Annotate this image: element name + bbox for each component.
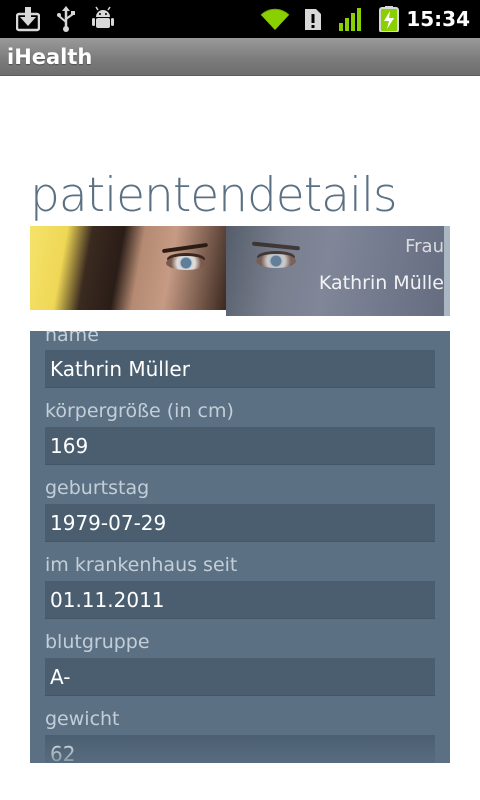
field-admission-date[interactable]: 01.11.2011 [45, 581, 435, 619]
status-bar: 15:34 [0, 0, 480, 38]
photo-brow [161, 242, 209, 254]
app-title: iHealth [7, 45, 93, 69]
field-blood-type[interactable]: A- [45, 658, 435, 696]
field-value: 01.11.2011 [50, 588, 165, 612]
field-value: 62 [50, 742, 76, 763]
photo-eye [166, 256, 206, 270]
wifi-icon [260, 8, 290, 31]
patient-details-list[interactable]: name Kathrin Müller körpergröße (in cm) … [30, 331, 450, 763]
signal-icon [339, 8, 361, 31]
android-debug-icon [92, 6, 114, 28]
patient-photo [30, 226, 226, 310]
title-bar: iHealth [0, 38, 480, 76]
field-name[interactable]: Kathrin Müller [45, 350, 435, 388]
field-value: Kathrin Müller [50, 357, 190, 381]
download-icon [16, 7, 40, 32]
field-value: 1979-07-29 [50, 511, 167, 535]
field-height[interactable]: 169 [45, 427, 435, 465]
field-label-name: name [45, 331, 99, 346]
field-label-height: körpergröße (in cm) [45, 400, 234, 422]
field-label-weight: gewicht [45, 708, 120, 730]
sim-alert-icon [305, 9, 321, 30]
status-time: 15:34 [406, 7, 470, 31]
page-title: patientendetails [30, 168, 398, 223]
field-label-birthday: geburtstag [45, 477, 150, 499]
photo-eye [256, 254, 296, 268]
photo-brow [251, 241, 301, 251]
patient-header-panel[interactable]: Frau Kathrin Mülle [226, 226, 450, 316]
field-birthday[interactable]: 1979-07-29 [45, 504, 435, 542]
field-value: 169 [50, 434, 89, 458]
patient-salutation: Frau [405, 236, 444, 257]
patient-name-header: Kathrin Mülle [318, 272, 444, 294]
field-label-admission-date: im krankenhaus seit [45, 554, 238, 576]
field-weight[interactable]: 62 [45, 735, 435, 763]
panorama-edge [444, 226, 450, 316]
usb-icon [57, 6, 75, 32]
field-label-blood-type: blutgruppe [45, 631, 150, 653]
field-value: A- [50, 665, 71, 689]
battery-charging-icon [379, 6, 399, 32]
